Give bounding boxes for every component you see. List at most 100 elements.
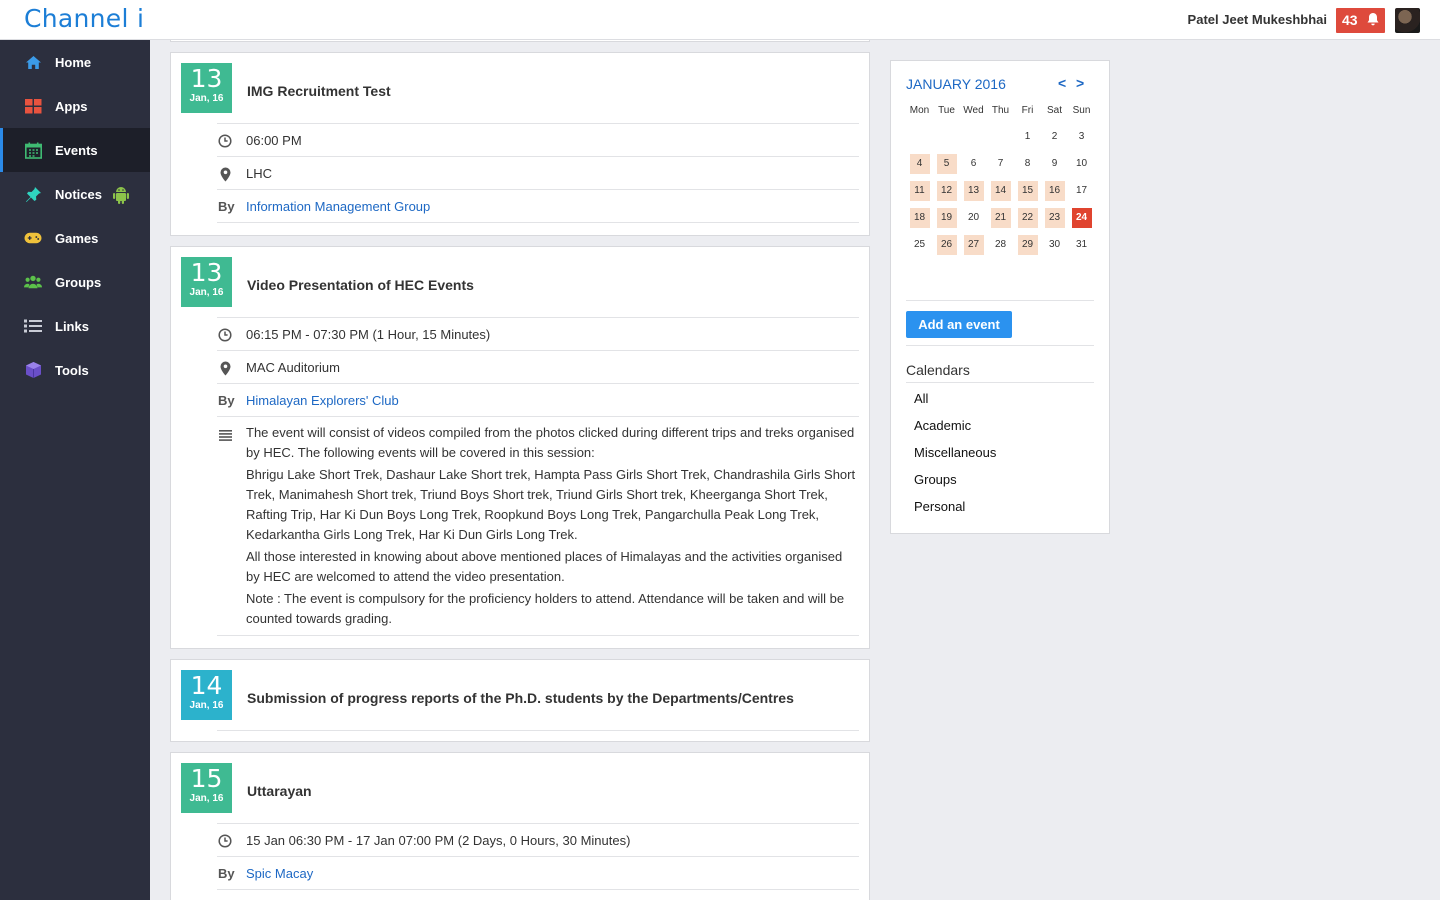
notification-button[interactable]: 43	[1336, 8, 1385, 33]
event-title[interactable]: Uttarayan	[247, 783, 312, 799]
sidebar-item-tools[interactable]: Tools	[0, 348, 150, 392]
calendars-list: All Academic Miscellaneous Groups Person…	[914, 391, 996, 526]
calendar-filter-miscellaneous[interactable]: Miscellaneous	[914, 445, 996, 472]
event-organizer-link[interactable]: Himalayan Explorers' Club	[246, 393, 399, 408]
calendar-day[interactable]: 26	[933, 231, 960, 258]
calendar-day-number: 15	[1017, 180, 1038, 201]
calendar-day-number: 8	[1024, 158, 1031, 169]
calendar-day-number: 3	[1078, 131, 1085, 142]
sidebar-item-apps[interactable]: Apps	[0, 84, 150, 128]
event-month: Jan, 16	[189, 287, 224, 298]
event-date-badge: 13 Jan, 16	[181, 257, 232, 307]
weekday-label: Tue	[938, 105, 955, 116]
calendar-empty-cell	[987, 123, 1014, 150]
sidebar-item-notices[interactable]: Notices	[0, 172, 150, 216]
event-day: 15	[190, 764, 223, 793]
weekday-label: Thu	[991, 105, 1010, 116]
calendar-day[interactable]: 19	[933, 204, 960, 231]
calendar-day[interactable]: 22	[1014, 204, 1041, 231]
calendar-day[interactable]: 6	[960, 150, 987, 177]
calendar-day[interactable]: 8	[1014, 150, 1041, 177]
event-card: 14 Jan, 16 Submission of progress report…	[170, 659, 870, 742]
calendar-day-number: 4	[909, 153, 930, 174]
event-date-badge: 13 Jan, 16	[181, 63, 232, 113]
add-event-button[interactable]: Add an event	[906, 311, 1012, 338]
user-name[interactable]: Patel Jeet Mukeshbhai	[1188, 12, 1327, 27]
divider	[217, 730, 859, 731]
event-organizer-link[interactable]: Information Management Group	[246, 199, 430, 214]
calendar-day[interactable]: 7	[987, 150, 1014, 177]
description-paragraph: Bhrigu Lake Short Trek, Dashaur Lake Sho…	[246, 467, 856, 542]
sidebar-item-label: Tools	[55, 362, 89, 378]
event-title[interactable]: Video Presentation of HEC Events	[247, 277, 474, 293]
calendar-day-number: 30	[1048, 239, 1061, 250]
divider	[217, 317, 859, 318]
calendar-empty-cell	[933, 123, 960, 150]
calendar-day[interactable]: 25	[906, 231, 933, 258]
calendar-day[interactable]: 10	[1068, 150, 1095, 177]
calendar-day[interactable]: 14	[987, 177, 1014, 204]
calendar-day[interactable]: 23	[1041, 204, 1068, 231]
event-time: 15 Jan 06:30 PM - 17 Jan 07:00 PM (2 Day…	[246, 833, 631, 848]
calendar-day[interactable]: 29	[1014, 231, 1041, 258]
event-organizer-link[interactable]: Spic Macay	[246, 866, 313, 881]
calendar-day[interactable]: 21	[987, 204, 1014, 231]
divider	[906, 300, 1094, 301]
sidebar-item-games[interactable]: Games	[0, 216, 150, 260]
prev-month-button[interactable]: <	[1058, 75, 1066, 91]
calendar-day-number: 28	[994, 239, 1007, 250]
calendar-day-number: 9	[1051, 158, 1058, 169]
calendar-day-number: 24	[1071, 207, 1092, 228]
calendar-day[interactable]: 2	[1041, 123, 1068, 150]
description-paragraph: All those interested in knowing about ab…	[246, 549, 843, 584]
map-marker-icon	[217, 360, 233, 376]
by-label: By	[218, 393, 235, 408]
calendar-day[interactable]: 13	[960, 177, 987, 204]
calendar-day[interactable]: 4	[906, 150, 933, 177]
calendar-day[interactable]: 11	[906, 177, 933, 204]
calendar-day[interactable]: 5	[933, 150, 960, 177]
calendar-day-number: 27	[963, 234, 984, 255]
calendar-day[interactable]: 30	[1041, 231, 1068, 258]
calendar-day[interactable]: 17	[1068, 177, 1095, 204]
align-justify-icon	[217, 427, 233, 443]
calendar-filter-personal[interactable]: Personal	[914, 499, 996, 526]
groups-icon	[24, 273, 42, 291]
calendar-day[interactable]: 24	[1068, 204, 1095, 231]
calendar-day[interactable]: 1	[1014, 123, 1041, 150]
calendar-filter-all[interactable]: All	[914, 391, 996, 418]
calendar-day-number	[937, 127, 957, 147]
event-title[interactable]: Submission of progress reports of the Ph…	[247, 690, 794, 706]
sidebar-item-label: Notices	[55, 186, 102, 202]
calendar-day-number: 21	[990, 207, 1011, 228]
calendar-day[interactable]: 31	[1068, 231, 1095, 258]
calendar-day[interactable]: 9	[1041, 150, 1068, 177]
calendar-day[interactable]: 28	[987, 231, 1014, 258]
calendar-day[interactable]: 27	[960, 231, 987, 258]
calendar-day[interactable]: 15	[1014, 177, 1041, 204]
sidebar-item-label: Home	[55, 54, 92, 70]
next-month-button[interactable]: >	[1076, 75, 1084, 91]
sidebar-item-home[interactable]: Home	[0, 40, 150, 84]
calendar-day[interactable]: 20	[960, 204, 987, 231]
event-card: 13 Jan, 16 Video Presentation of HEC Eve…	[170, 246, 870, 649]
calendar-day[interactable]: 12	[933, 177, 960, 204]
calendar-day[interactable]: 3	[1068, 123, 1095, 150]
top-header: Channel i Patel Jeet Mukeshbhai 43	[0, 0, 1440, 40]
calendar-days: 1 2 3 4 5 6 7 8 9 10 11 12 13 14 15 16 17 18 19 20 21 22 23 24 2…	[906, 123, 1096, 258]
calendar-day[interactable]: 18	[906, 204, 933, 231]
avatar[interactable]	[1395, 8, 1420, 33]
sidebar-item-events[interactable]: Events	[0, 128, 150, 172]
divider	[217, 156, 859, 157]
divider	[217, 823, 859, 824]
calendar-day[interactable]: 16	[1041, 177, 1068, 204]
calendar-filter-academic[interactable]: Academic	[914, 418, 996, 445]
app-logo[interactable]: Channel i	[24, 4, 144, 33]
map-marker-icon	[217, 166, 233, 182]
sidebar-item-groups[interactable]: Groups	[0, 260, 150, 304]
event-title[interactable]: IMG Recruitment Test	[247, 83, 391, 99]
event-month: Jan, 16	[189, 93, 224, 104]
calendar-filter-groups[interactable]: Groups	[914, 472, 996, 499]
calendar-week-row: 4 5 6 7 8 9 10	[906, 150, 1096, 177]
sidebar-item-links[interactable]: Links	[0, 304, 150, 348]
